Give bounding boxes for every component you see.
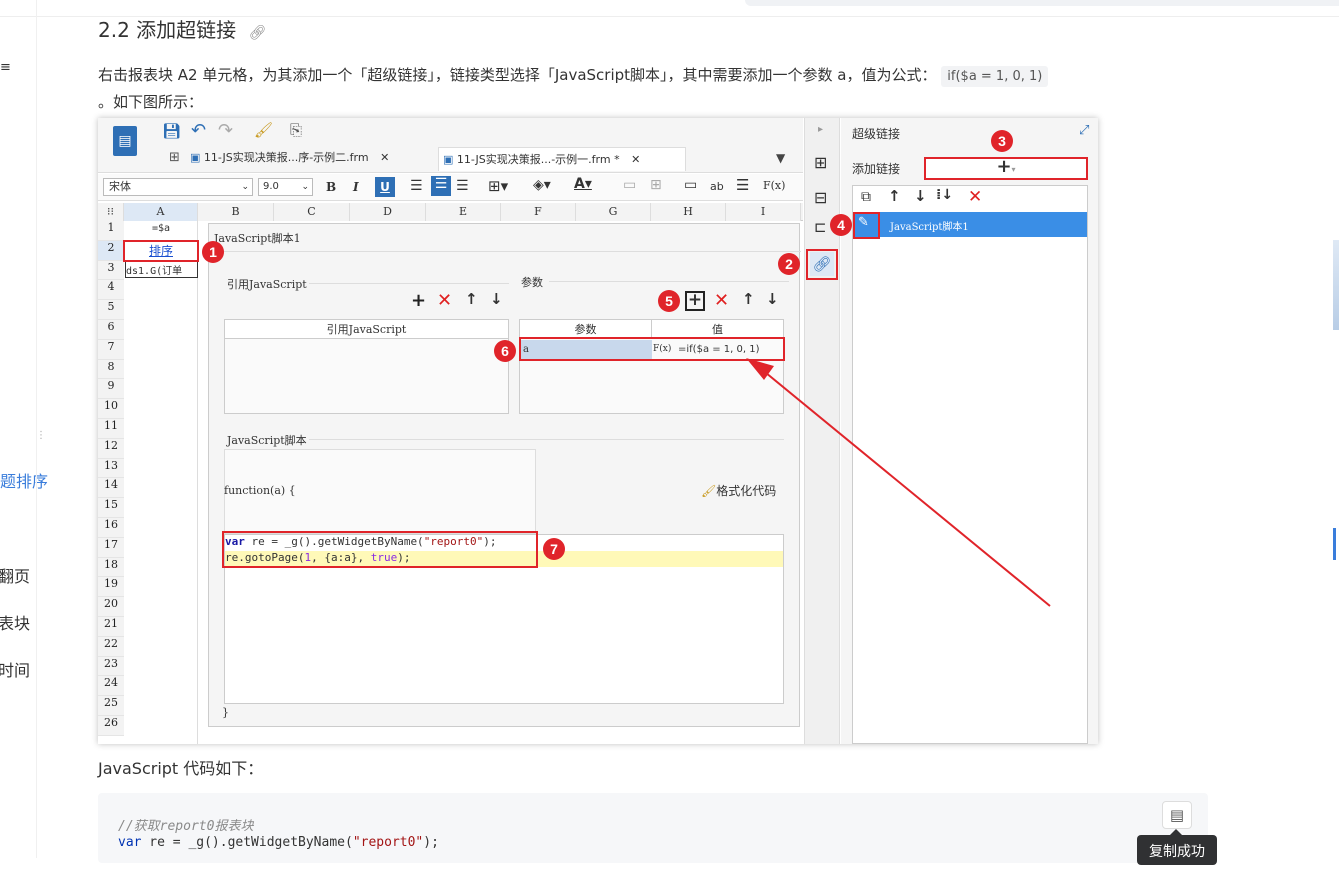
code-line-1: var re = _g().getWidgetByName("report0")… [118, 835, 439, 850]
top-bar [745, 0, 1339, 6]
copy-tooltip: 复制成功 [1137, 835, 1217, 865]
section-heading: 2.2 添加超链接 🔗︎ [98, 18, 267, 42]
designer-screenshot: ▤ 💾︎ ↶ ↷ 🖌︎ ⎘ ⊞ ▣ 11-JS实现决策报...序-示例二.frm… [98, 118, 1098, 744]
copy-code-button[interactable]: ▤ [1162, 801, 1192, 829]
code-intro: JavaScript 代码如下： [98, 759, 264, 778]
nav-item-time[interactable]: 时间 [0, 657, 30, 681]
red-arrow [746, 358, 1051, 607]
menu-icon[interactable]: ≡ [0, 60, 11, 75]
resize-handle[interactable]: ⋮ [36, 430, 46, 441]
nav-item-sort[interactable]: 题排序 [0, 468, 48, 492]
paragraph: 右击报表块 A2 单元格，为其添加一个「超级链接」，链接类型选择「JavaScr… [98, 60, 1208, 92]
left-nav: ≡ 题排序 翻页 表块 时间 [0, 0, 48, 858]
nav-item-block[interactable]: 表块 [0, 610, 30, 634]
paragraph-end: 。如下图所示： [98, 93, 204, 111]
formula-code: if($a = 1, 0, 1) [941, 66, 1049, 87]
link-icon[interactable]: 🔗︎ [249, 25, 267, 41]
code-block: //获取report0报表块 var re = _g().getWidgetBy… [98, 793, 1208, 863]
code-comment: //获取report0报表块 [118, 819, 254, 834]
nav-item-page[interactable]: 翻页 [0, 563, 30, 587]
